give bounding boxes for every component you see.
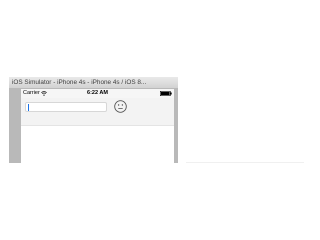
simulator-window: iOS Simulator - iPhone 4s - iPhone 4s / … [9, 77, 178, 163]
content-divider [21, 125, 174, 126]
simulator-title-bar[interactable]: iOS Simulator - iPhone 4s - iPhone 4s / … [9, 77, 178, 88]
content-area [21, 98, 174, 125]
status-bar: Carrier 6:22 AM [21, 89, 174, 98]
text-input[interactable] [25, 102, 107, 112]
window-title: iOS Simulator - iPhone 4s - iPhone 4s / … [12, 79, 147, 86]
smiley-icon[interactable] [114, 100, 127, 113]
background-divider [186, 162, 304, 163]
device-screen: Carrier 6:22 AM [21, 89, 174, 163]
text-cursor [28, 104, 29, 111]
battery-icon [160, 91, 172, 96]
status-time: 6:22 AM [87, 90, 108, 96]
